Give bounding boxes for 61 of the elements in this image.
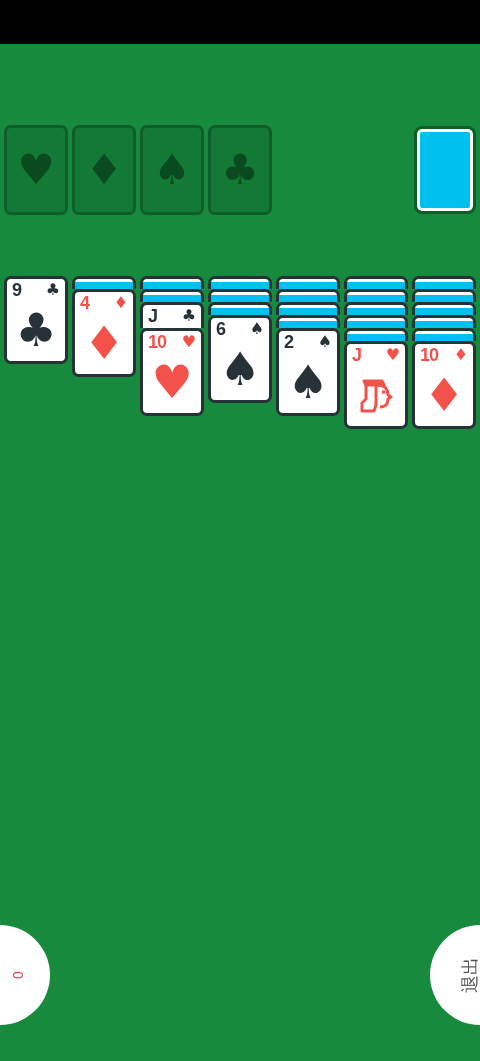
card-rank: 2	[284, 332, 293, 352]
playing-card[interactable]: 2 ♠ ♠	[276, 328, 340, 416]
card-back[interactable]	[276, 289, 340, 302]
card-rank: J	[352, 345, 361, 365]
card-back[interactable]	[412, 302, 476, 315]
playing-card[interactable]: 9 ♣ ♣	[4, 276, 68, 364]
suit-symbol: ♣	[15, 304, 57, 356]
card-back[interactable]	[412, 276, 476, 289]
suit-symbol: ♠	[219, 343, 261, 395]
card-back[interactable]	[140, 276, 204, 289]
card-back[interactable]	[344, 315, 408, 328]
suit-symbol: ♦	[423, 369, 465, 421]
card-back[interactable]	[72, 276, 136, 289]
foundation-slot[interactable]: ♦	[72, 125, 136, 215]
card-back[interactable]	[412, 289, 476, 302]
foundation-slot[interactable]: ♣	[208, 125, 272, 215]
suit-symbol: ♣	[45, 280, 60, 300]
card-back[interactable]	[344, 289, 408, 302]
playing-card[interactable]: J ♥	[344, 341, 408, 429]
card-rank: 4	[80, 293, 89, 313]
foundation-slot[interactable]: ♥	[4, 125, 68, 215]
card-back[interactable]	[276, 276, 340, 289]
card-back[interactable]	[208, 302, 272, 315]
card-back[interactable]	[208, 289, 272, 302]
card-rank: J	[148, 306, 157, 326]
card-back[interactable]	[412, 328, 476, 341]
card-rank: 9	[12, 280, 21, 300]
playing-card[interactable]: J ♣	[140, 302, 204, 328]
suit-symbol: ♦	[85, 146, 123, 194]
suit-symbol: ♦	[113, 293, 128, 313]
suit-symbol: ♦	[83, 317, 125, 369]
card-back[interactable]	[344, 302, 408, 315]
suit-symbol: ♥	[17, 146, 55, 194]
card-back[interactable]	[412, 315, 476, 328]
card-back[interactable]	[276, 315, 340, 328]
suit-symbol: ♦	[453, 345, 468, 365]
card-rank: 10	[148, 332, 167, 352]
card-rank: 6	[216, 319, 225, 339]
card-back[interactable]	[344, 276, 408, 289]
playing-card[interactable]: 4 ♦ ♦	[72, 289, 136, 377]
playing-card[interactable]: 6 ♠ ♠	[208, 315, 272, 403]
card-rank: 10	[420, 345, 439, 365]
card-back[interactable]	[276, 302, 340, 315]
suit-symbol: ♠	[249, 319, 264, 339]
score-button[interactable]: 0	[0, 925, 50, 1025]
stock-pile[interactable]	[414, 126, 476, 214]
card-back[interactable]	[344, 328, 408, 341]
suit-symbol: ♠	[317, 332, 332, 352]
playing-card[interactable]: 10 ♦ ♦	[412, 341, 476, 429]
suit-symbol: ♥	[151, 356, 193, 408]
card-back[interactable]	[140, 289, 204, 302]
suit-symbol: ♠	[153, 146, 191, 194]
foundation-slot[interactable]: ♠	[140, 125, 204, 215]
exit-button[interactable]: 退出	[430, 925, 480, 1025]
suit-symbol: ♠	[287, 356, 329, 408]
suit-symbol: ♣	[181, 306, 196, 326]
suit-symbol: ♥	[385, 345, 400, 365]
card-back[interactable]	[208, 276, 272, 289]
suit-symbol: ♥	[181, 332, 196, 352]
suit-symbol: ♣	[221, 146, 259, 194]
playing-card[interactable]: 10 ♥ ♥	[140, 328, 204, 416]
